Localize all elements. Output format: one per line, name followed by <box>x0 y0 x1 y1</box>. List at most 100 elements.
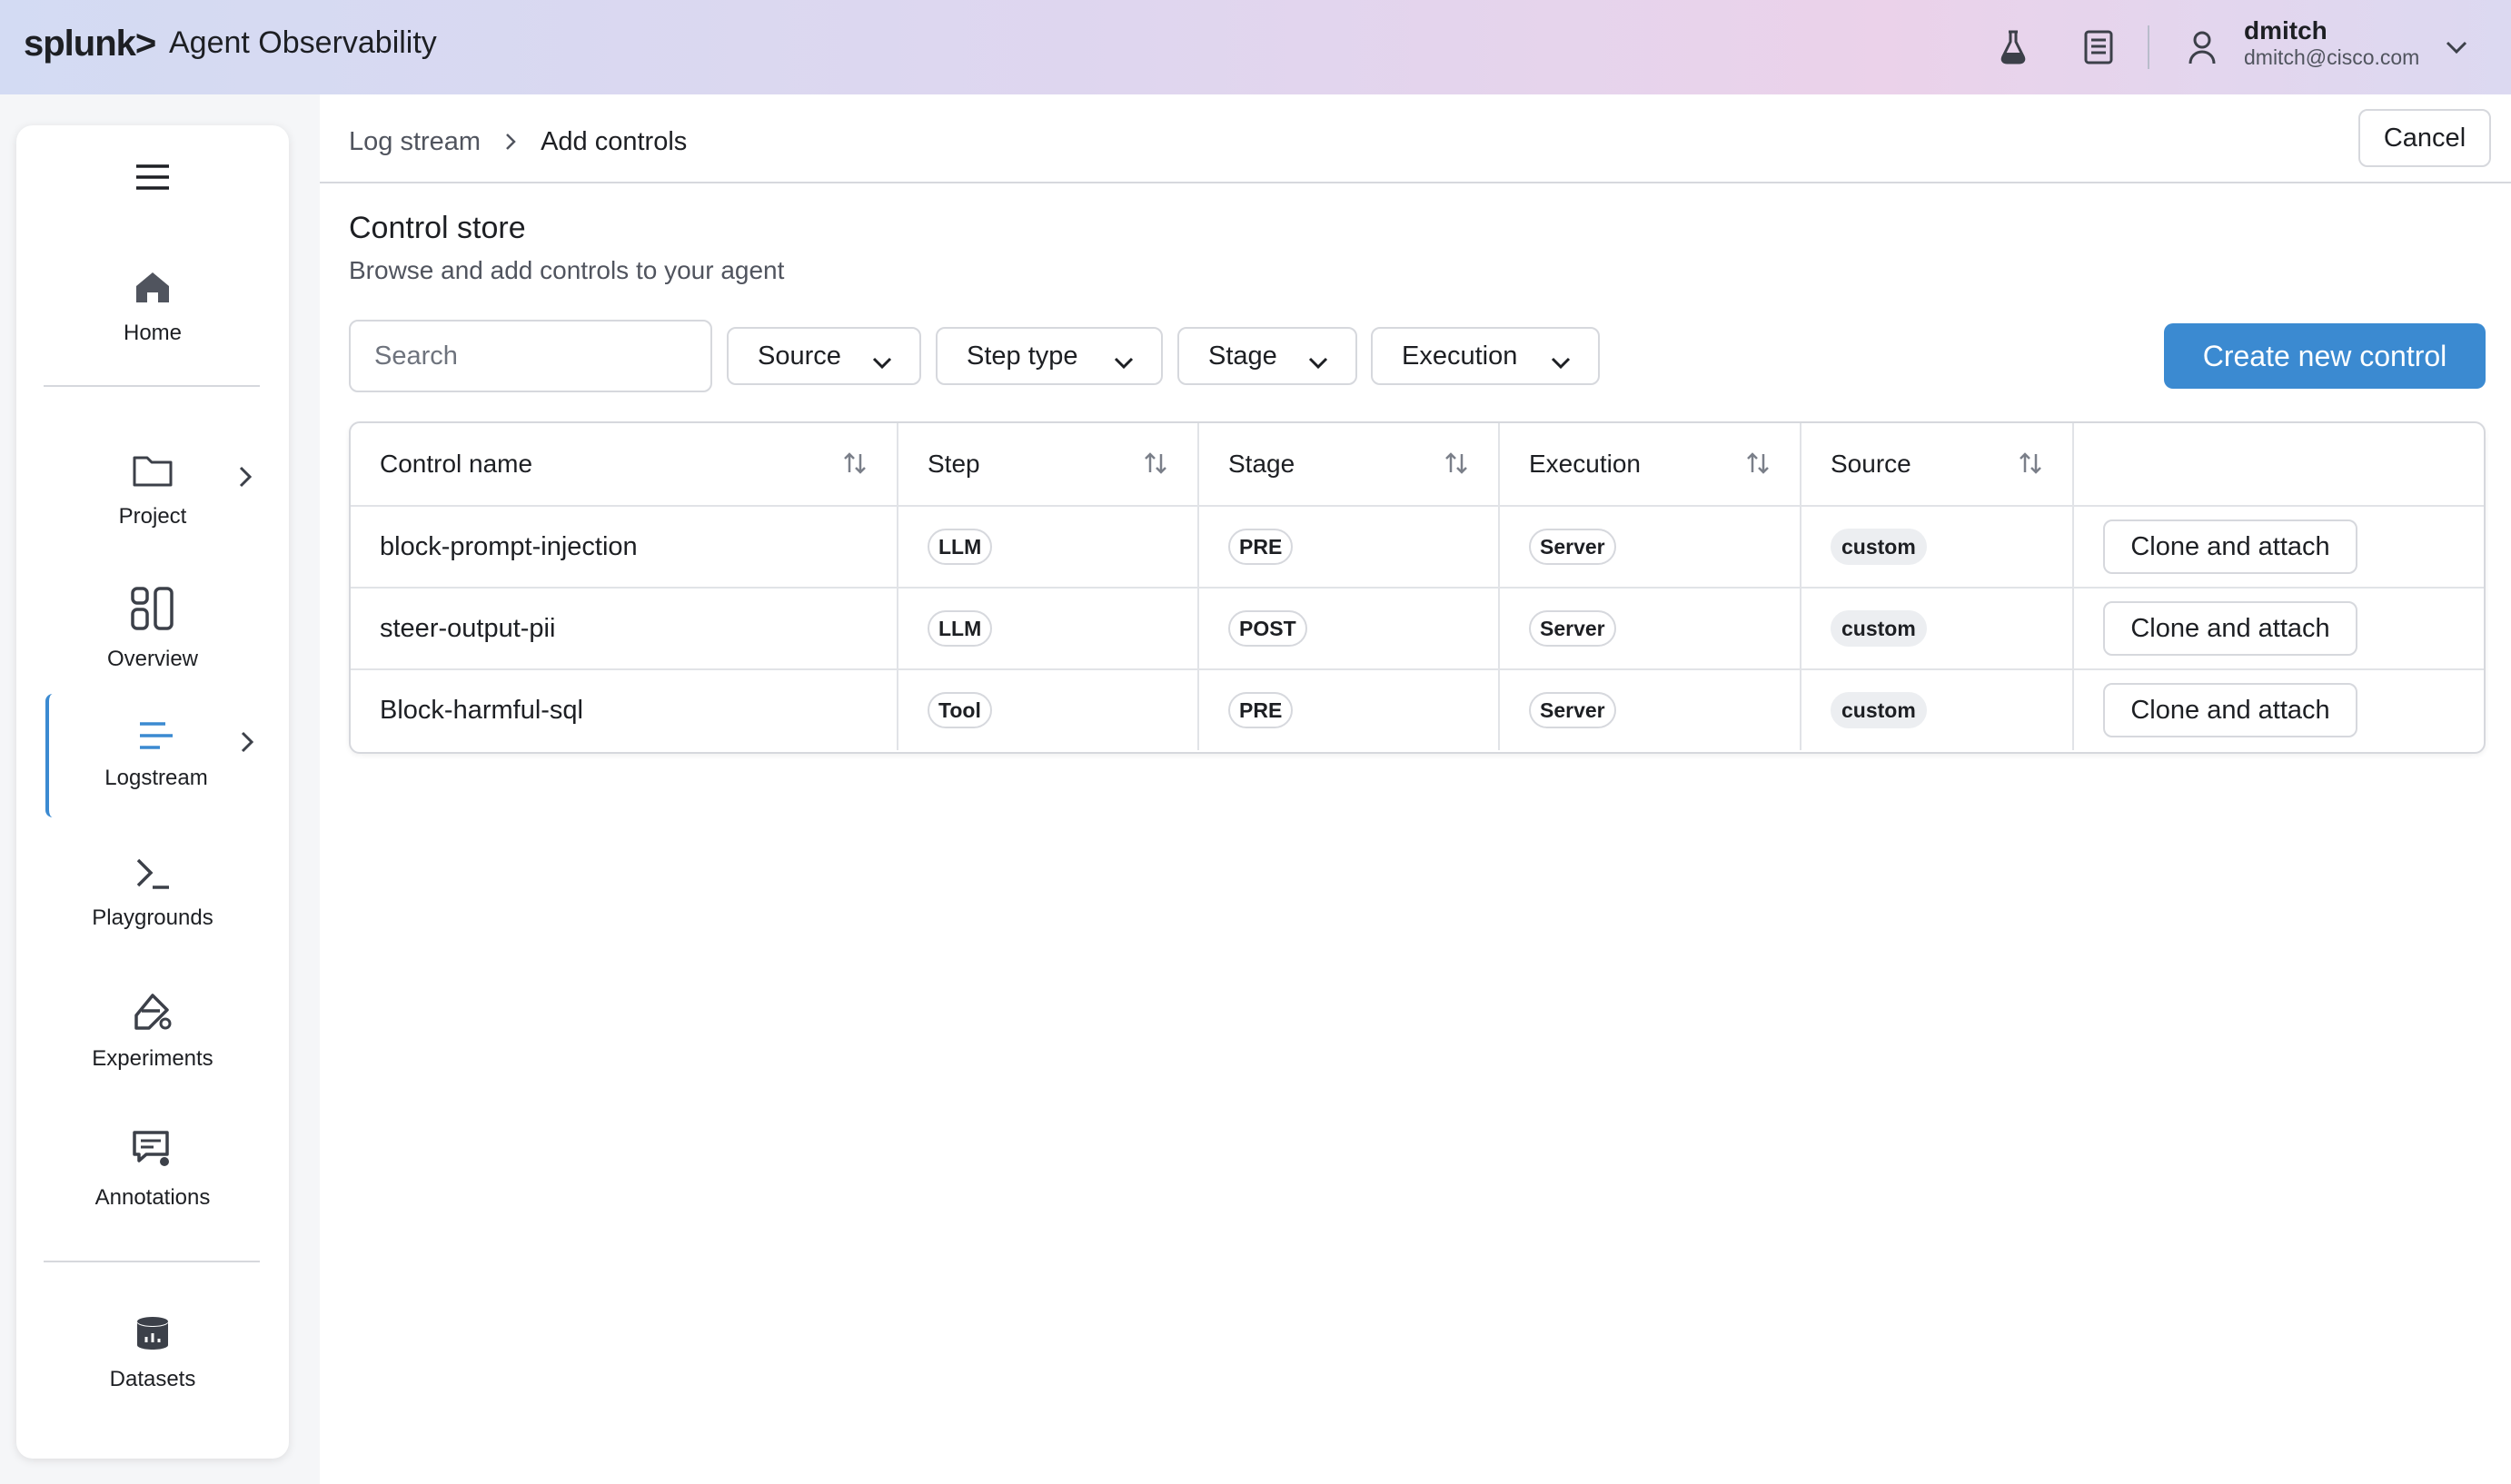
step-badge: Tool <box>928 692 992 728</box>
sidebar-item-datasets[interactable]: Datasets <box>44 1291 262 1415</box>
sidebar-item-project[interactable]: Project <box>44 429 262 552</box>
table-header-row: Control name Step Stage Execution Source <box>351 423 2484 505</box>
overview-icon <box>130 586 175 636</box>
clone-and-attach-button[interactable]: Clone and attach <box>2103 601 2357 656</box>
clone-and-attach-button[interactable]: Clone and attach <box>2103 519 2357 574</box>
home-icon <box>133 269 173 310</box>
cell-source: custom <box>1801 507 2074 587</box>
top-bar: splunk> Agent Observability dmitch dmitc… <box>0 0 2511 94</box>
sidebar-item-experiments[interactable]: Experiments <box>44 970 262 1093</box>
stage-filter[interactable]: Stage <box>1177 327 1357 385</box>
create-new-control-button[interactable]: Create new control <box>2164 323 2486 389</box>
stage-badge: POST <box>1228 610 1307 647</box>
cancel-button[interactable]: Cancel <box>2358 109 2491 167</box>
sidebar-item-home[interactable]: Home <box>44 245 262 369</box>
page-title: Control store <box>349 211 526 245</box>
search-input[interactable] <box>349 320 712 392</box>
cell-source: custom <box>1801 670 2074 750</box>
column-header-step[interactable]: Step <box>898 423 1199 505</box>
step-badge: LLM <box>928 529 993 565</box>
chevron-down-icon <box>1551 347 1571 377</box>
cell-execution: Server <box>1500 670 1801 750</box>
step-badge: LLM <box>928 610 993 647</box>
filter-label: Source <box>758 341 841 371</box>
breadcrumb-parent[interactable]: Log stream <box>349 127 481 157</box>
cell-step: LLM <box>898 589 1199 668</box>
stage-badge: PRE <box>1228 529 1294 565</box>
sidebar-item-overview[interactable]: Overview <box>44 567 262 690</box>
chevron-right-icon <box>504 132 517 152</box>
sidebar-item-label: Experiments <box>92 1045 213 1071</box>
sidebar-item-label: Home <box>123 320 183 345</box>
column-header-stage[interactable]: Stage <box>1199 423 1500 505</box>
cell-action: Clone and attach <box>2074 507 2484 587</box>
cell-source: custom <box>1801 589 2074 668</box>
execution-badge: Server <box>1529 529 1616 565</box>
sort-icon[interactable] <box>2018 450 2043 480</box>
cell-control-name: steer-output-pii <box>351 589 898 668</box>
chevron-right-icon[interactable] <box>238 465 253 493</box>
cell-control-name: block-prompt-injection <box>351 507 898 587</box>
sidebar-item-annotations[interactable]: Annotations <box>44 1108 262 1232</box>
column-header-control-name[interactable]: Control name <box>351 423 898 505</box>
experiment-icon <box>133 993 173 1035</box>
cell-stage: PRE <box>1199 670 1500 750</box>
sidebar-item-logstream[interactable]: Logstream <box>45 694 263 817</box>
sidebar: Home Project Overview Logstream Playgrou… <box>16 125 289 1459</box>
sidebar-item-label: Playgrounds <box>92 905 213 930</box>
clone-and-attach-button[interactable]: Clone and attach <box>2103 683 2357 737</box>
source-badge: custom <box>1831 692 1927 728</box>
document-icon[interactable] <box>2075 24 2122 71</box>
user-email: dmitch@cisco.com <box>2244 45 2420 69</box>
header-divider <box>2148 25 2149 69</box>
cell-execution: Server <box>1500 507 1801 587</box>
execution-filter[interactable]: Execution <box>1371 327 1600 385</box>
table-row: steer-output-pii LLM POST Server custom … <box>351 587 2484 668</box>
chevron-down-icon <box>1308 347 1328 377</box>
cell-stage: POST <box>1199 589 1500 668</box>
table-row: Block-harmful-sql Tool PRE Server custom… <box>351 668 2484 750</box>
annotation-icon <box>132 1130 174 1174</box>
app-title: Agent Observability <box>169 25 437 60</box>
sidebar-item-label: Overview <box>106 646 199 671</box>
cell-control-name: Block-harmful-sql <box>351 670 898 750</box>
database-icon <box>134 1315 171 1356</box>
chevron-right-icon[interactable] <box>240 730 254 758</box>
sidebar-item-label: Annotations <box>94 1184 211 1210</box>
sort-icon[interactable] <box>1444 450 1469 480</box>
chevron-down-icon[interactable] <box>2433 24 2480 71</box>
splunk-logo[interactable]: splunk> <box>24 24 156 64</box>
folder-icon <box>132 452 174 493</box>
logstream-icon <box>138 721 174 755</box>
source-badge: custom <box>1831 529 1927 565</box>
sort-icon[interactable] <box>1143 450 1168 480</box>
main-panel: Log stream Add controls Cancel Control s… <box>320 94 2511 1484</box>
sort-icon[interactable] <box>1745 450 1771 480</box>
stage-badge: PRE <box>1228 692 1294 728</box>
column-header-source[interactable]: Source <box>1801 423 2074 505</box>
column-header-execution[interactable]: Execution <box>1500 423 1801 505</box>
cell-action: Clone and attach <box>2074 670 2484 750</box>
flask-icon[interactable] <box>1990 24 2037 71</box>
cell-action: Clone and attach <box>2074 589 2484 668</box>
step-type-filter[interactable]: Step type <box>936 327 1163 385</box>
sidebar-item-label: Logstream <box>104 765 208 790</box>
source-filter[interactable]: Source <box>727 327 921 385</box>
user-name[interactable]: dmitch <box>2244 16 2327 45</box>
execution-badge: Server <box>1529 692 1616 728</box>
sidebar-item-label: Project <box>118 503 187 529</box>
cell-step: Tool <box>898 670 1199 750</box>
user-icon[interactable] <box>2179 24 2226 71</box>
hamburger-menu-icon[interactable] <box>134 163 171 195</box>
chevron-down-icon <box>872 347 892 377</box>
filter-label: Step type <box>967 341 1078 371</box>
page-subtitle: Browse and add controls to your agent <box>349 256 785 284</box>
sort-icon[interactable] <box>842 450 868 480</box>
controls-table: Control name Step Stage Execution Source <box>349 421 2486 754</box>
cell-step: LLM <box>898 507 1199 587</box>
execution-badge: Server <box>1529 610 1616 647</box>
sidebar-item-label: Datasets <box>109 1366 196 1391</box>
sidebar-divider <box>44 385 260 387</box>
sidebar-item-playgrounds[interactable]: Playgrounds <box>44 832 262 955</box>
source-badge: custom <box>1831 610 1927 647</box>
